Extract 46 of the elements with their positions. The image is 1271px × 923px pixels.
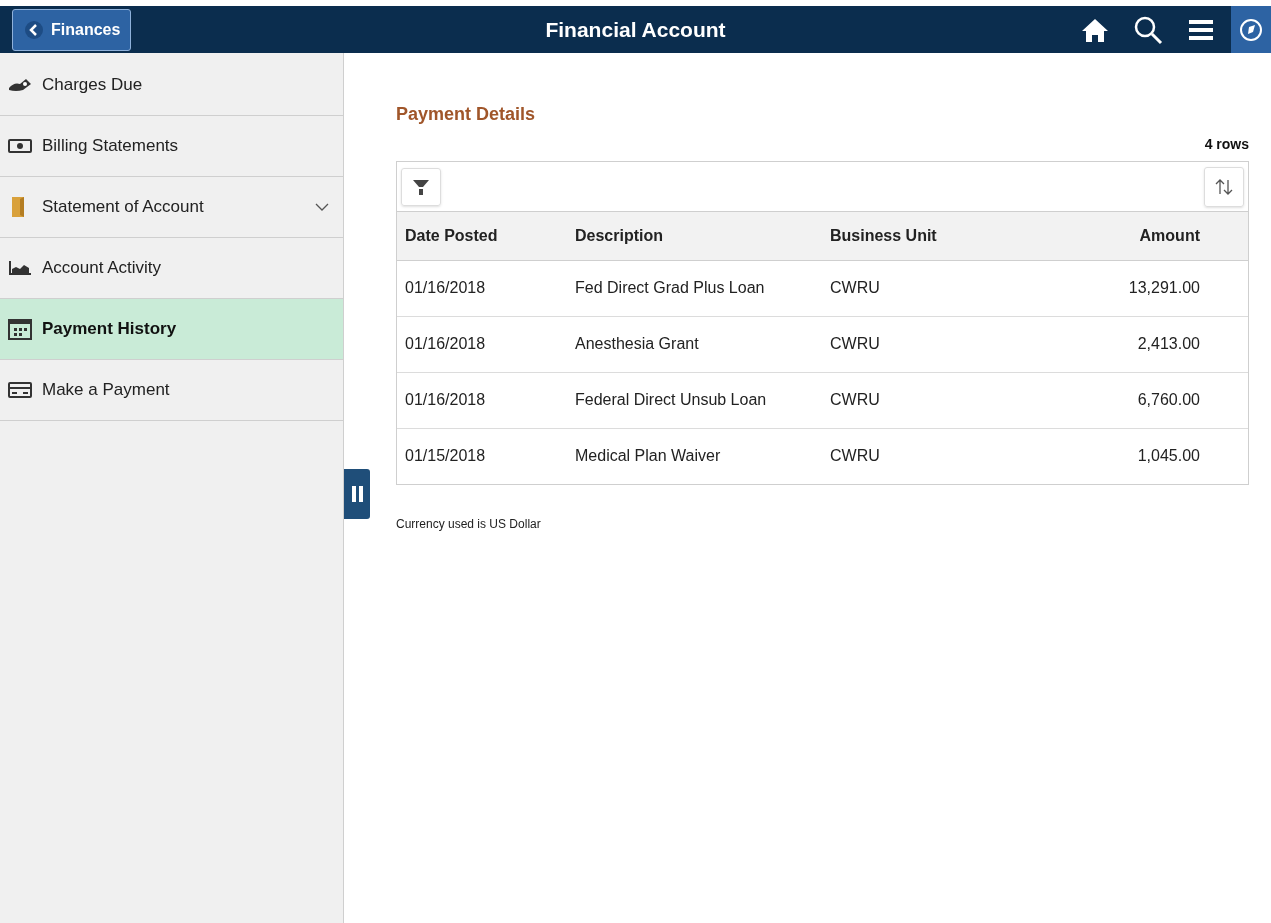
menu-icon[interactable] [1189,18,1213,41]
table-cell: 2,413.00 [1022,316,1248,372]
table-cell: Anesthesia Grant [567,316,822,372]
area-chart-icon [8,260,32,276]
sidebar-item[interactable]: Payment History [0,299,343,360]
table-cell: 01/16/2018 [397,372,567,428]
navigator-button[interactable] [1231,6,1271,53]
table-cell: CWRU [822,260,1022,316]
table-cell: Fed Direct Grad Plus Loan [567,260,822,316]
table-cell: Medical Plan Waiver [567,428,822,484]
home-icon[interactable] [1081,16,1109,43]
table-cell: 13,291.00 [1022,260,1248,316]
table-cell: 01/16/2018 [397,260,567,316]
table-cell: CWRU [822,428,1022,484]
sidebar-item[interactable]: Make a Payment [0,360,343,421]
table-cell: 1,045.00 [1022,428,1248,484]
page-title: Financial Account [545,16,726,43]
table-cell: CWRU [822,316,1022,372]
sidebar-item[interactable]: Charges Due [0,55,343,116]
sidebar-item[interactable]: Billing Statements [0,116,343,177]
filter-icon [412,177,430,196]
table-cell: 01/15/2018 [397,428,567,484]
back-button[interactable]: Finances [12,8,131,51]
column-header: Business Unit [822,212,1022,260]
table-cell: CWRU [822,372,1022,428]
sort-button[interactable] [1204,166,1244,207]
table-cell: 6,760.00 [1022,372,1248,428]
sidebar-item[interactable]: Statement of Account [0,177,343,238]
money-hand-icon [8,77,32,93]
table-cell: Federal Direct Unsub Loan [567,372,822,428]
filter-button[interactable] [401,167,441,206]
sort-icon [1214,177,1234,196]
chevron-left-icon [25,20,43,39]
search-icon[interactable] [1133,14,1163,45]
column-header: Amount [1022,212,1248,260]
collapse-handle[interactable] [344,469,370,519]
table-cell: 01/16/2018 [397,316,567,372]
currency-note: Currency used is US Dollar [396,516,542,533]
row-count: 4 rows [1204,135,1249,154]
credit-card-icon [8,382,32,398]
banknote-icon [8,138,32,154]
section-title: Payment Details [396,103,537,126]
column-header: Description [567,212,822,260]
compass-icon [1239,17,1263,42]
calendar-icon [8,318,32,340]
column-header: Date Posted [397,212,567,260]
